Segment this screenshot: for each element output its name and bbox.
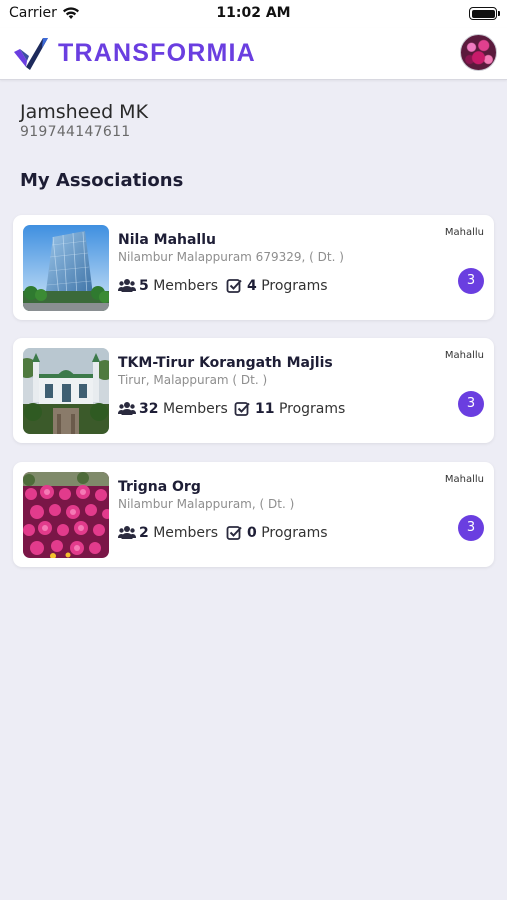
association-name: Nila Mahallu	[118, 232, 216, 248]
clock: 11:02 AM	[216, 5, 291, 21]
users-icon	[118, 526, 136, 539]
association-type: Mahallu	[444, 474, 484, 485]
check-square-icon	[234, 402, 250, 416]
association-card[interactable]: Trigna Org Nilambur Malappuram, ( Dt. ) …	[13, 462, 494, 567]
transformia-logo-icon[interactable]	[12, 34, 50, 72]
association-type: Mahallu	[444, 350, 484, 361]
office-building-photo	[23, 225, 109, 311]
association-address: Nilambur Malappuram 679329, ( Dt. )	[118, 250, 344, 264]
members-count: 2	[139, 525, 149, 541]
association-address: Nilambur Malappuram, ( Dt. )	[118, 497, 295, 511]
programs-count: 0	[247, 525, 257, 541]
association-name: Trigna Org	[118, 479, 201, 495]
association-name: TKM-Tirur Korangath Majlis	[118, 355, 333, 371]
status-bar: Carrier 11:02 AM	[0, 0, 507, 28]
app-header: TRANSFORMIA	[0, 28, 507, 80]
section-title: My Associations	[20, 170, 184, 191]
programs-label: Programs	[261, 525, 328, 541]
notification-badge[interactable]: 3	[458, 268, 484, 294]
user-phone: 919744147611	[20, 124, 131, 140]
users-icon	[118, 402, 136, 415]
profile-avatar[interactable]	[460, 34, 497, 71]
members-label: Members	[153, 525, 219, 541]
association-address: Tirur, Malappuram ( Dt. )	[118, 373, 268, 387]
brand-name: TRANSFORMIA	[58, 39, 256, 67]
mosque-photo	[23, 348, 109, 434]
association-card[interactable]: Nila Mahallu Nilambur Malappuram 679329,…	[13, 215, 494, 320]
programs-label: Programs	[278, 401, 346, 417]
programs-count: 4	[247, 278, 257, 294]
members-count: 5	[139, 278, 149, 294]
user-name: Jamsheed MK	[20, 101, 149, 123]
pink-flowers-photo	[23, 472, 109, 558]
users-icon	[118, 279, 136, 292]
members-count: 32	[139, 401, 159, 417]
battery-icon	[469, 7, 500, 20]
members-label: Members	[153, 278, 219, 294]
programs-label: Programs	[261, 278, 328, 294]
check-square-icon	[226, 526, 242, 540]
programs-count: 11	[255, 401, 275, 417]
association-card[interactable]: TKM-Tirur Korangath Majlis Tirur, Malapp…	[13, 338, 494, 443]
notification-badge[interactable]: 3	[458, 515, 484, 541]
members-label: Members	[162, 401, 228, 417]
check-square-icon	[226, 279, 242, 293]
notification-badge[interactable]: 3	[458, 391, 484, 417]
association-type: Mahallu	[444, 227, 484, 238]
